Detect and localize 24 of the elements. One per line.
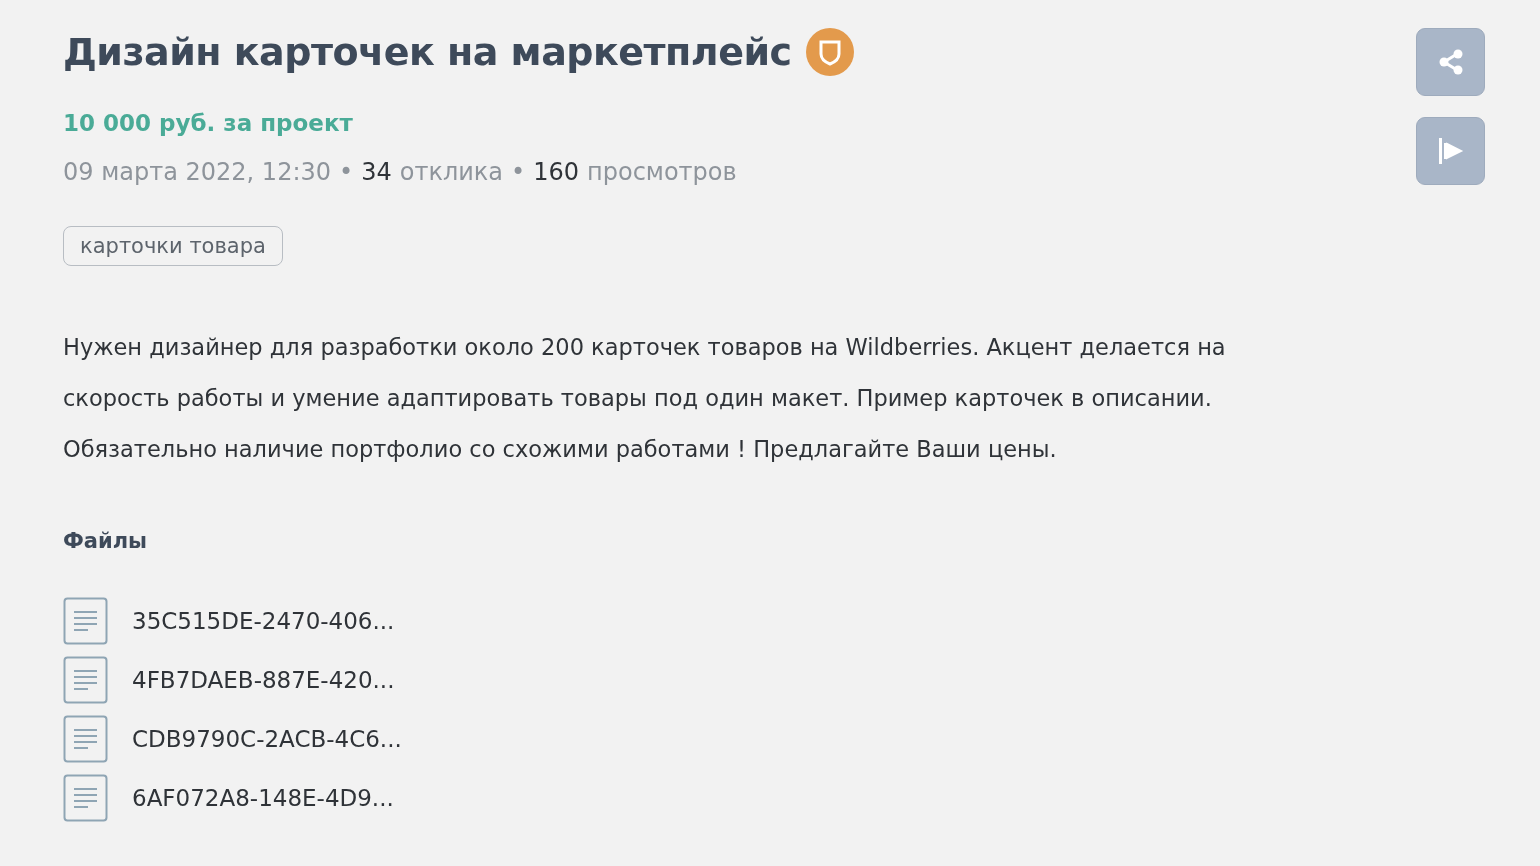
share-button[interactable] [1416, 28, 1485, 96]
play-bar-icon [1436, 136, 1465, 166]
files-heading: Файлы [63, 529, 148, 553]
page-title: Дизайн карточек на маркетплейс [63, 30, 792, 74]
file-link[interactable]: 4FB7DAEB-887E-420... [132, 667, 395, 693]
project-description: Нужен дизайнер для разработки около 200 карточек товаров на Wildberries. Акцент делается на скорость работы и умение адаптировать товары под один макет. Пример карточек в описании. Обязательно наличие портфолио со схожими работами ! Предлагайте Ваши цены. [63, 333, 1227, 464]
stat-label: просмотров [587, 158, 737, 186]
category-tag[interactable]: карточки товара [63, 226, 283, 266]
document-icon[interactable] [63, 597, 108, 645]
stat-count: 160 [533, 158, 579, 186]
separator-dot: • [339, 158, 354, 186]
document-icon[interactable] [63, 715, 108, 763]
file-link[interactable]: CDB9790C-2ACB-4C6... [132, 726, 402, 752]
shield-badge-icon [805, 28, 854, 76]
document-icon[interactable] [63, 656, 108, 704]
posted-date: 09 марта 2022, 12:30 [63, 158, 332, 186]
project-price: 10 000 руб. за проект [63, 110, 353, 136]
separator-dot: • [511, 158, 526, 186]
stat-count: 34 [361, 158, 392, 186]
document-icon[interactable] [63, 774, 108, 822]
play-button[interactable] [1416, 117, 1485, 185]
file-link[interactable]: 35C515DE-2470-406... [132, 608, 395, 634]
stat-label: отклика [399, 158, 504, 186]
file-link[interactable]: 6AF072A8-148E-4D9... [132, 785, 394, 811]
